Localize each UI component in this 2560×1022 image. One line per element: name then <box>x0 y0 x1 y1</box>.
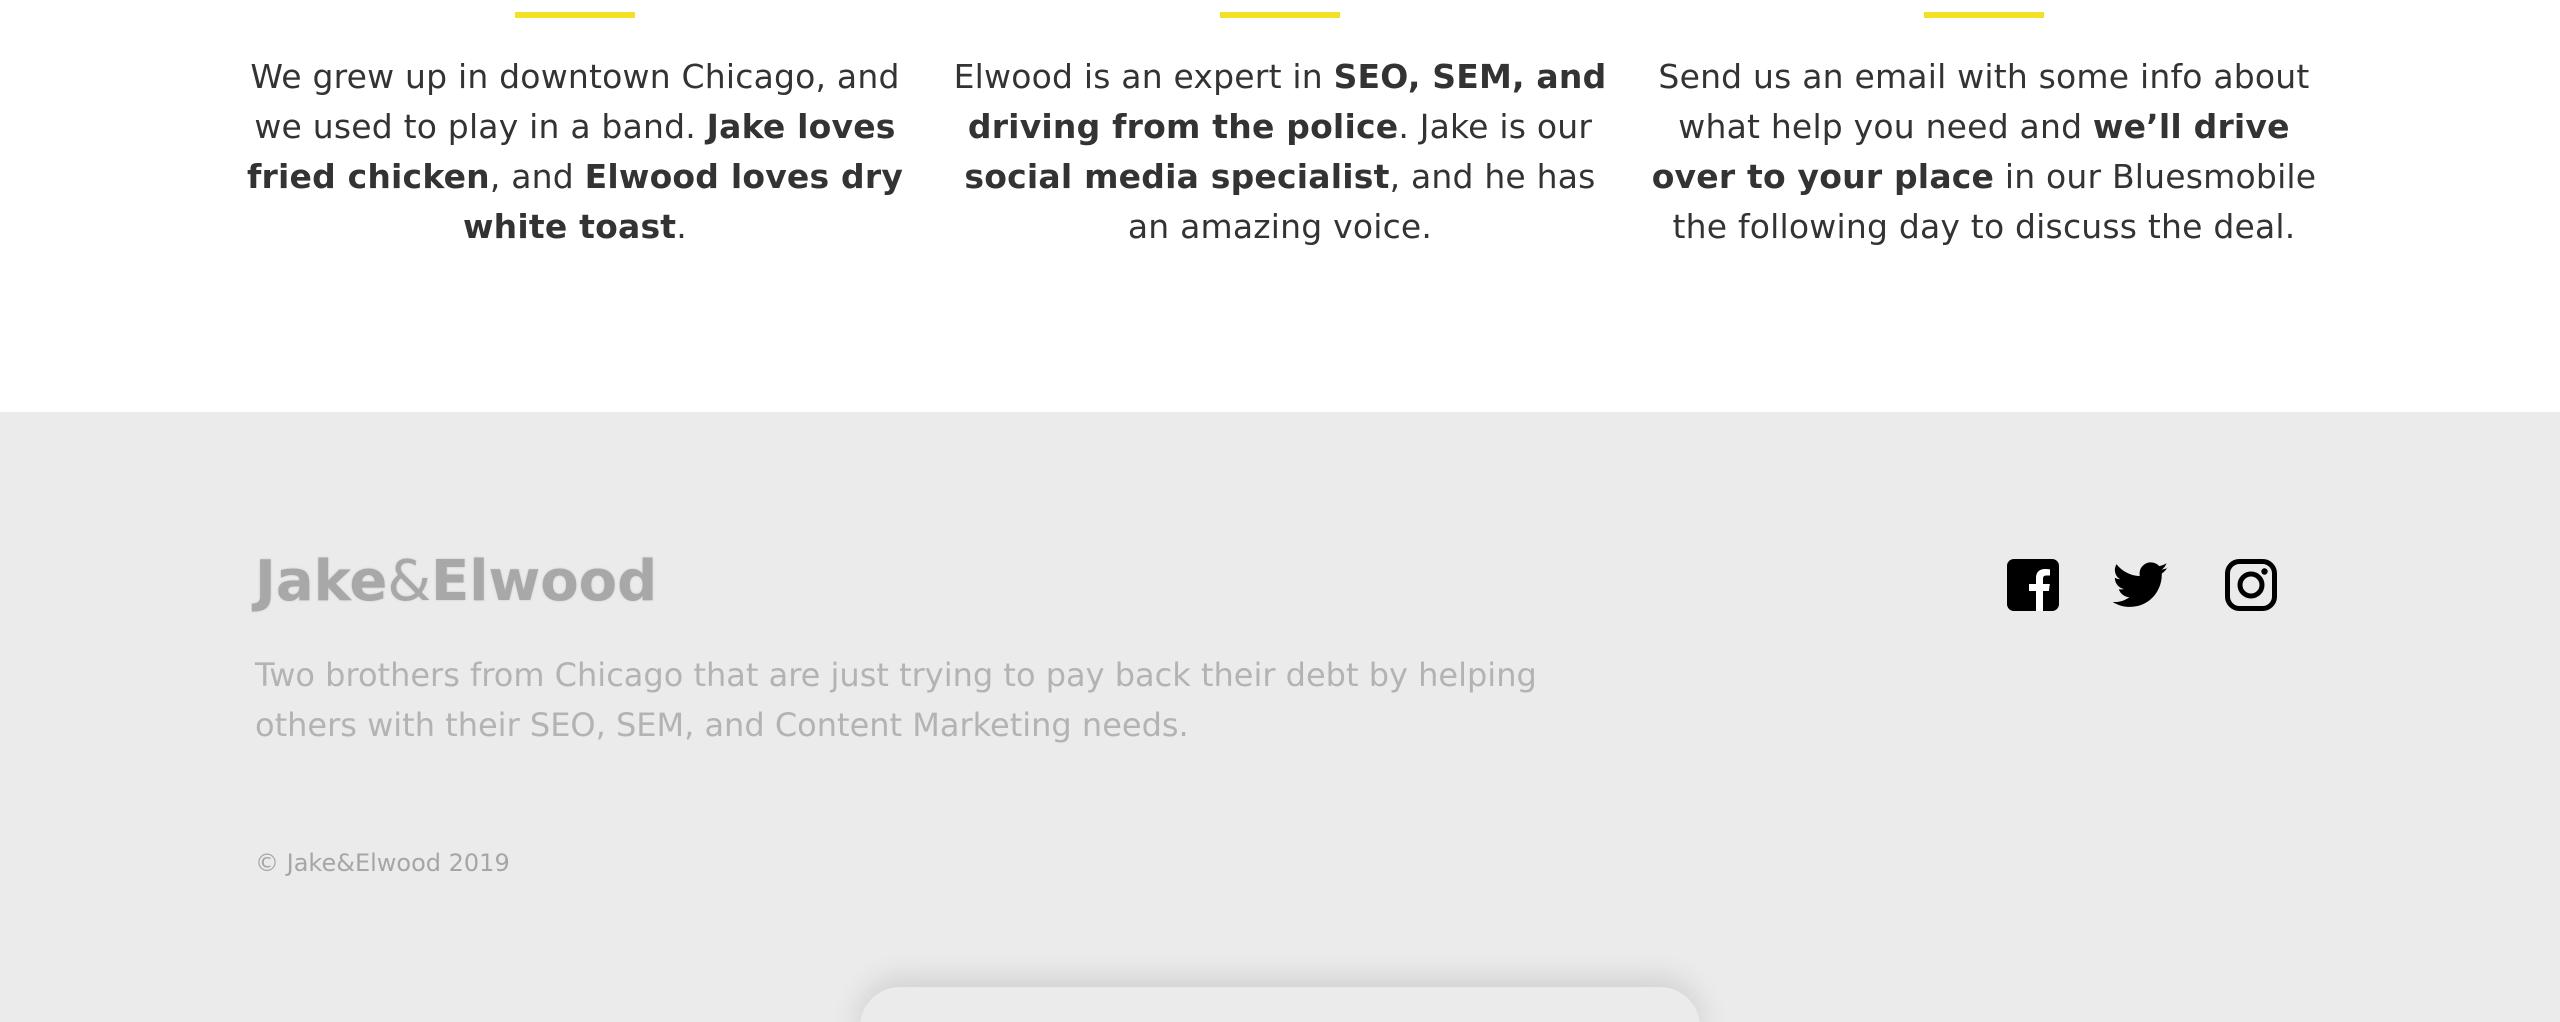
accent-divider <box>1924 12 2044 18</box>
feature-text: Elwood is an expert in SEO, SEM, and dri… <box>940 52 1620 252</box>
accent-divider <box>515 12 635 18</box>
feature-text: We grew up in downtown Chicago, and we u… <box>235 52 915 252</box>
footer-copyright: © Jake&Elwood 2019 <box>255 849 510 877</box>
footer-logo[interactable]: Jake&Elwood <box>255 552 657 612</box>
logo-text-jake: Jake <box>255 549 388 614</box>
footer-description: Two brothers from Chicago that are just … <box>255 656 1537 744</box>
logo-text-elwood: Elwood <box>431 549 658 614</box>
feature-text: Send us an email with some info about wh… <box>1644 52 2324 252</box>
twitter-icon <box>2113 557 2169 613</box>
accent-divider <box>1220 12 1340 18</box>
feature-text-run: . <box>676 207 687 246</box>
feature-text-run: , and <box>489 157 585 196</box>
facebook-icon <box>2005 557 2061 613</box>
logo-ampersand: & <box>387 549 432 614</box>
floating-bar-shadow <box>860 987 1700 1022</box>
feature-text-emphasis: social media specialist <box>964 157 1390 196</box>
facebook-link[interactable] <box>2005 557 2061 613</box>
site-footer: Jake&Elwood Two brothers from Chicago th… <box>0 412 2560 1022</box>
instagram-icon <box>2223 557 2279 613</box>
twitter-link[interactable] <box>2113 557 2169 613</box>
feature-text-run: . Jake is our <box>1398 107 1593 146</box>
features-section: We grew up in downtown Chicago, and we u… <box>0 0 2560 412</box>
feature-text-run: Elwood is an expert in <box>953 57 1334 96</box>
instagram-link[interactable] <box>2223 557 2279 613</box>
